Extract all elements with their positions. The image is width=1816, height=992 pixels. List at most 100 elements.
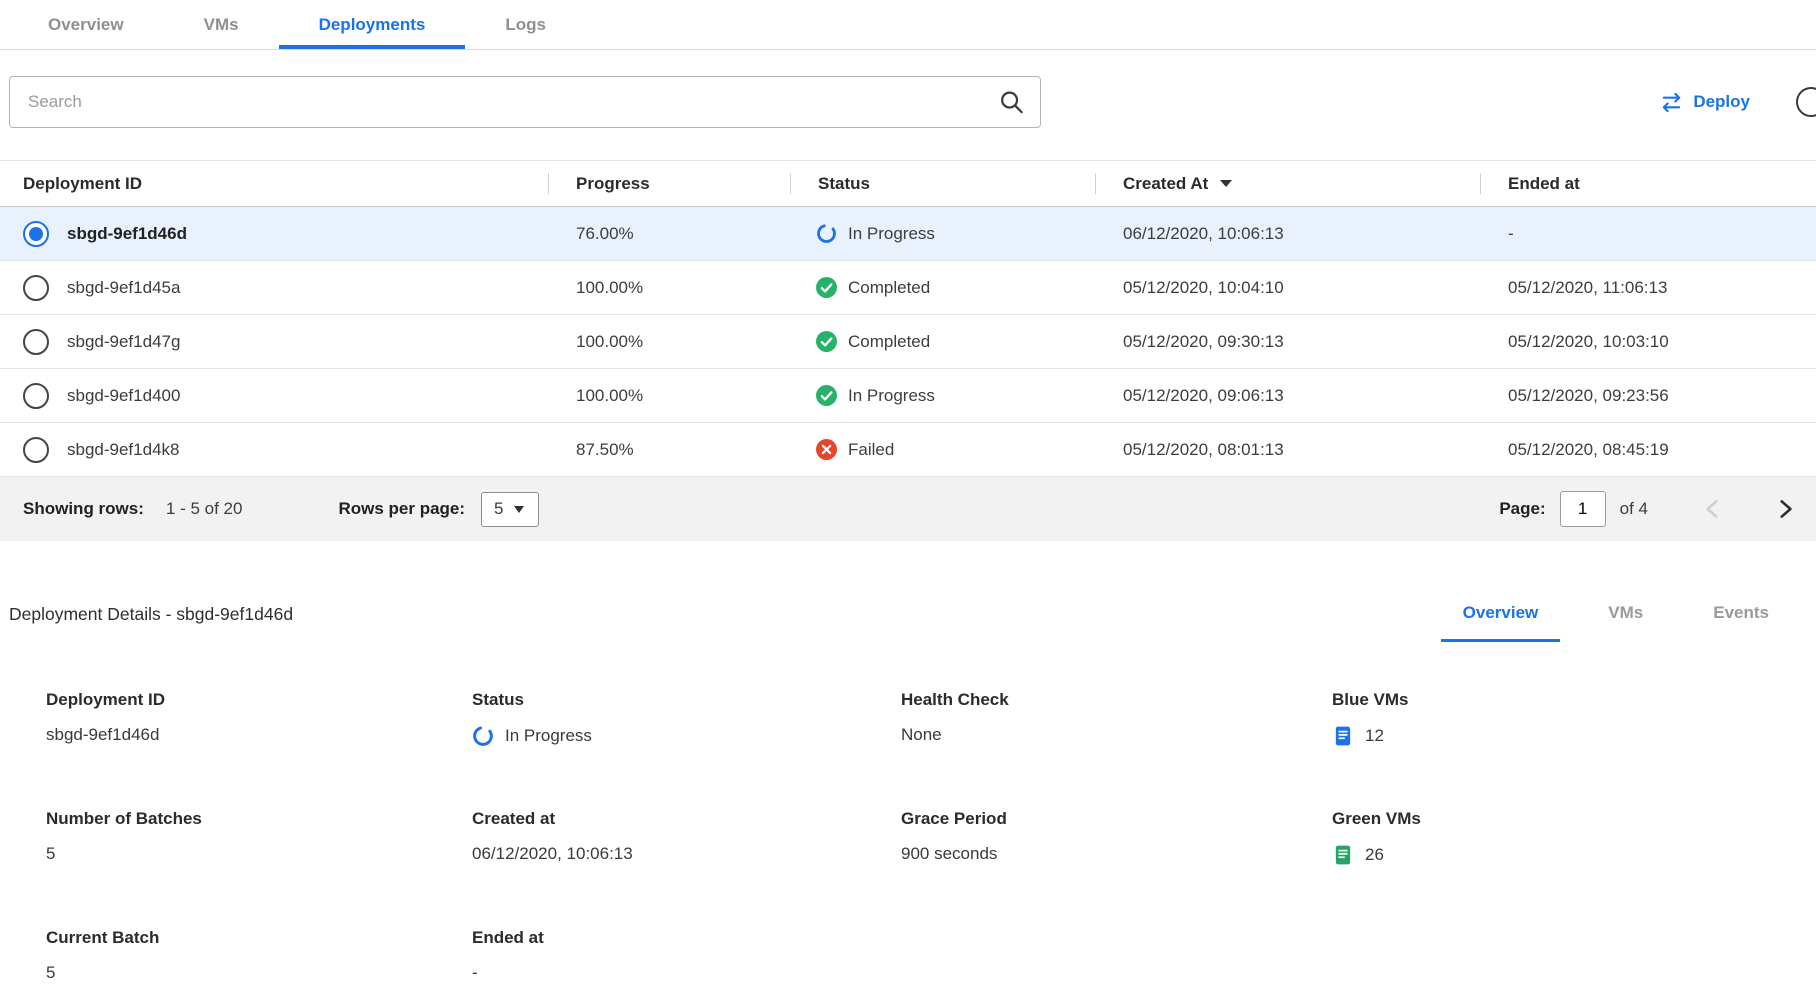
detail-value: sbgd-9ef1d46d (46, 725, 159, 745)
showing-rows-label: Showing rows: (23, 499, 144, 519)
detail-value: 900 seconds (901, 844, 997, 864)
detail-value-row: 5 (46, 963, 472, 983)
details-tab-vms[interactable]: VMs (1586, 603, 1665, 642)
cell-deployment-id: sbgd-9ef1d45a (0, 275, 548, 301)
row-radio[interactable] (23, 221, 49, 247)
detail-label: Grace Period (901, 809, 1332, 829)
pager: Page: of 4 (1499, 491, 1798, 527)
cell-status: Completed (790, 277, 1095, 298)
tab-deployments[interactable]: Deployments (279, 0, 466, 49)
tab-vms[interactable]: VMs (164, 0, 279, 49)
detail-value-row: 5 (46, 844, 472, 864)
detail-label: Created at (472, 809, 901, 829)
header-label: Ended at (1508, 174, 1580, 194)
header-label: Created At (1123, 174, 1208, 194)
row-radio[interactable] (23, 437, 49, 463)
showing-rows-value: 1 - 5 of 20 (166, 499, 243, 519)
detail-field: Health Check None (901, 690, 1332, 747)
page-number-input[interactable] (1560, 491, 1606, 527)
table-row[interactable]: sbgd-9ef1d4k8 87.50% Failed 05/12/2020, … (0, 423, 1816, 477)
deploy-label: Deploy (1693, 92, 1750, 112)
cell-status: In Progress (790, 385, 1095, 406)
detail-field: Status In Progress (472, 690, 901, 747)
spinner-icon (472, 725, 494, 747)
row-radio[interactable] (23, 329, 49, 355)
header-created-at[interactable]: Created At (1095, 161, 1480, 206)
cell-ended-at: 05/12/2020, 10:03:10 (1480, 332, 1816, 352)
table-row[interactable]: sbgd-9ef1d46d 76.00% In Progress 06/12/2… (0, 207, 1816, 261)
status-label: Completed (848, 332, 930, 352)
detail-field: Number of Batches 5 (46, 809, 472, 866)
status-label: Completed (848, 278, 930, 298)
rows-per-page-select[interactable]: 5 (481, 492, 539, 527)
row-radio[interactable] (23, 275, 49, 301)
rows-per-page-label: Rows per page: (338, 499, 465, 519)
table-row[interactable]: sbgd-9ef1d45a 100.00% Completed 05/12/20… (0, 261, 1816, 315)
table-body: sbgd-9ef1d46d 76.00% In Progress 06/12/2… (0, 207, 1816, 477)
table-row[interactable]: sbgd-9ef1d400 100.00% In Progress 05/12/… (0, 369, 1816, 423)
cell-ended-at: 05/12/2020, 08:45:19 (1480, 440, 1816, 460)
cell-created-at: 05/12/2020, 10:04:10 (1095, 278, 1480, 298)
deployment-id-text: sbgd-9ef1d47g (67, 332, 180, 352)
previous-page-icon[interactable] (1700, 496, 1726, 522)
header-ended-at[interactable]: Ended at (1480, 161, 1816, 206)
deployment-id-text: sbgd-9ef1d45a (67, 278, 180, 298)
header-progress[interactable]: Progress (548, 161, 790, 206)
detail-value: 26 (1365, 845, 1384, 865)
cell-deployment-id: sbgd-9ef1d400 (0, 383, 548, 409)
table-row[interactable]: sbgd-9ef1d47g 100.00% Completed 05/12/20… (0, 315, 1816, 369)
table-pagination-bar: Showing rows: 1 - 5 of 20 Rows per page:… (0, 477, 1816, 541)
next-page-icon[interactable] (1772, 496, 1798, 522)
cell-deployment-id: sbgd-9ef1d46d (0, 221, 548, 247)
search-input[interactable] (9, 76, 1041, 128)
detail-field: Ended at - (472, 928, 901, 983)
tab-logs[interactable]: Logs (465, 0, 586, 49)
cell-ended-at: - (1480, 224, 1816, 244)
cell-ended-at: 05/12/2020, 09:23:56 (1480, 386, 1816, 406)
detail-label: Deployment ID (46, 690, 472, 710)
detail-value: 12 (1365, 726, 1384, 746)
tab-overview[interactable]: Overview (8, 0, 164, 49)
detail-value: 5 (46, 844, 55, 864)
page-label: Page: (1499, 499, 1545, 519)
header-label: Deployment ID (23, 174, 142, 194)
search-icon[interactable] (998, 89, 1025, 116)
detail-value-row: - (472, 963, 901, 983)
cell-status: Completed (790, 331, 1095, 352)
details-tab-events[interactable]: Events (1691, 603, 1791, 642)
detail-label: Status (472, 690, 901, 710)
vm-icon (1332, 725, 1354, 747)
chevron-down-icon (514, 506, 524, 513)
deployment-id-text: sbgd-9ef1d46d (67, 224, 187, 244)
rows-per-page-value: 5 (494, 499, 503, 519)
status-label: In Progress (848, 386, 935, 406)
deploy-button[interactable]: Deploy (1660, 91, 1750, 114)
detail-value-row: In Progress (472, 725, 901, 747)
status-label: Failed (848, 440, 894, 460)
details-tab-overview[interactable]: Overview (1441, 603, 1561, 642)
cell-deployment-id: sbgd-9ef1d4k8 (0, 437, 548, 463)
cell-status: In Progress (790, 223, 1095, 244)
refresh-icon[interactable] (1796, 87, 1816, 117)
cell-created-at: 05/12/2020, 09:06:13 (1095, 386, 1480, 406)
detail-label: Green VMs (1332, 809, 1816, 829)
header-label: Status (818, 174, 870, 194)
check-circle-icon (816, 277, 837, 298)
header-deployment-id[interactable]: Deployment ID (0, 161, 548, 206)
cell-progress: 100.00% (548, 278, 790, 298)
detail-value: - (472, 963, 478, 983)
cell-progress: 100.00% (548, 332, 790, 352)
top-tab-bar: Overview VMs Deployments Logs (0, 0, 1816, 50)
details-header: Deployment Details - sbgd-9ef1d46d Overv… (0, 603, 1816, 642)
header-status[interactable]: Status (790, 161, 1095, 206)
row-radio[interactable] (23, 383, 49, 409)
cell-status: Failed (790, 439, 1095, 460)
cell-progress: 76.00% (548, 224, 790, 244)
detail-value-row: sbgd-9ef1d46d (46, 725, 472, 745)
cell-ended-at: 05/12/2020, 11:06:13 (1480, 278, 1816, 298)
details-tab-bar: Overview VMs Events (1415, 603, 1816, 642)
detail-field: Created at 06/12/2020, 10:06:13 (472, 809, 901, 866)
detail-field: Grace Period 900 seconds (901, 809, 1332, 866)
detail-value-row: 12 (1332, 725, 1816, 747)
details-grid: Deployment ID sbgd-9ef1d46d Status In Pr… (0, 690, 1816, 983)
